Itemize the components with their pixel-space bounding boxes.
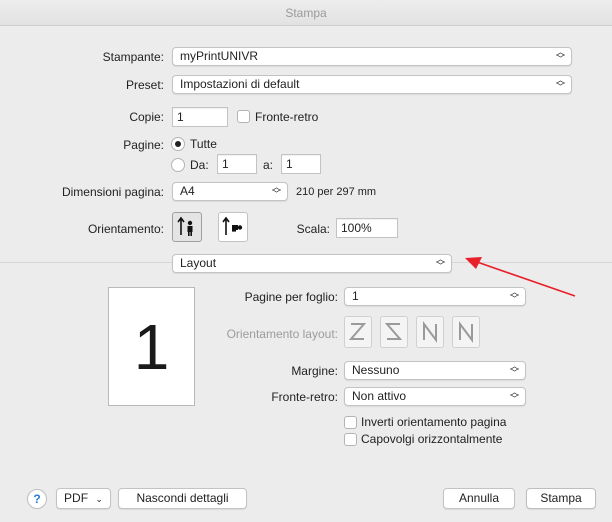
chevron-updown-icon: ︿ ﹀	[509, 287, 519, 304]
reverse-orientation-label: Inverti orientamento pagina	[361, 415, 507, 429]
cancel-button[interactable]: Annulla	[443, 488, 515, 509]
layout-direction-n2-button	[452, 316, 480, 348]
pages-per-sheet-label: Pagine per foglio:	[244, 290, 338, 304]
scale-label: Scala:	[296, 222, 330, 236]
two-sided-label: Fronte-retro:	[271, 390, 338, 404]
orientation-portrait-button[interactable]	[172, 212, 202, 242]
hide-details-button[interactable]: Nascondi dettagli	[118, 488, 247, 509]
layout-direction-s-button	[380, 316, 408, 348]
chevron-updown-icon: ︿ ﹀	[509, 361, 519, 378]
portrait-person-icon	[177, 216, 193, 236]
layout-n-icon	[459, 321, 473, 343]
chevron-updown-icon: ︿ ﹀	[555, 47, 565, 64]
chevron-updown-icon: ︿ ﹀	[555, 75, 565, 92]
pages-all-label: Tutte	[190, 137, 217, 151]
layout-direction-n-button	[416, 316, 444, 348]
printer-label: Stampante:	[102, 50, 164, 64]
scale-field[interactable]: 100%	[336, 218, 398, 238]
window-title: Stampa	[0, 0, 612, 26]
pages-per-sheet-select[interactable]: 1 ︿ ﹀	[344, 287, 526, 306]
pages-label: Pagine:	[123, 138, 164, 152]
preset-label: Preset:	[125, 78, 164, 92]
layout-direction-label: Orientamento layout:	[226, 327, 338, 341]
pages-to-field[interactable]: 1	[281, 154, 321, 174]
border-select[interactable]: Nessuno ︿ ﹀	[344, 361, 526, 380]
copies-field[interactable]: 1	[172, 107, 228, 127]
print-button[interactable]: Stampa	[526, 488, 596, 509]
pages-per-sheet-value: 1	[352, 289, 359, 303]
pages-to-label: a:	[263, 158, 274, 172]
reverse-orientation-checkbox[interactable]	[344, 416, 357, 429]
copies-label: Copie:	[129, 110, 164, 124]
pages-from-field[interactable]: 1	[217, 154, 257, 174]
chevron-down-icon: ⌄	[95, 494, 103, 504]
duplex-checkbox[interactable]	[237, 110, 250, 123]
border-label: Margine:	[291, 364, 338, 378]
flip-horizontal-label: Capovolgi orizzontalmente	[361, 432, 503, 446]
flip-horizontal-checkbox[interactable]	[344, 433, 357, 446]
pages-range-radio[interactable]	[171, 158, 185, 172]
section-value: Layout	[180, 256, 217, 270]
paper-size-label: Dimensioni pagina:	[61, 185, 164, 199]
printer-value: myPrintUNIVR	[180, 49, 259, 63]
orientation-landscape-button[interactable]	[218, 212, 248, 242]
chevron-updown-icon: ︿ ﹀	[509, 387, 519, 404]
pdf-menu-button[interactable]: PDF ⌄	[56, 488, 111, 509]
paper-size-select[interactable]: A4 ︿ ﹀	[172, 182, 288, 201]
paper-size-dims: 210 per 297 mm	[296, 186, 377, 198]
two-sided-select[interactable]: Non attivo ︿ ﹀	[344, 387, 526, 406]
pages-all-radio[interactable]	[171, 137, 185, 151]
section-select[interactable]: Layout ︿ ﹀	[172, 254, 452, 273]
chevron-updown-icon: ︿ ﹀	[435, 254, 445, 271]
layout-direction-z-button	[344, 316, 372, 348]
preset-select[interactable]: Impostazioni di default ︿ ﹀	[172, 75, 572, 94]
orientation-label: Orientamento:	[87, 222, 164, 236]
help-button[interactable]: ?	[27, 489, 47, 509]
border-value: Nessuno	[352, 363, 400, 377]
layout-z-icon	[348, 323, 367, 340]
layout-n-reverse-icon	[423, 321, 437, 343]
layout-s-icon	[384, 323, 403, 340]
pdf-label: PDF	[64, 491, 89, 505]
pages-from-label: Da:	[190, 158, 209, 172]
chevron-updown-icon: ︿ ﹀	[271, 182, 281, 199]
page-preview: 1	[108, 287, 195, 406]
paper-size-value: A4	[180, 184, 195, 198]
printer-select[interactable]: myPrintUNIVR ︿ ﹀	[172, 47, 572, 66]
duplex-label: Fronte-retro	[255, 110, 319, 124]
preset-value: Impostazioni di default	[180, 77, 300, 91]
landscape-person-icon	[222, 216, 243, 235]
two-sided-value: Non attivo	[352, 389, 407, 403]
